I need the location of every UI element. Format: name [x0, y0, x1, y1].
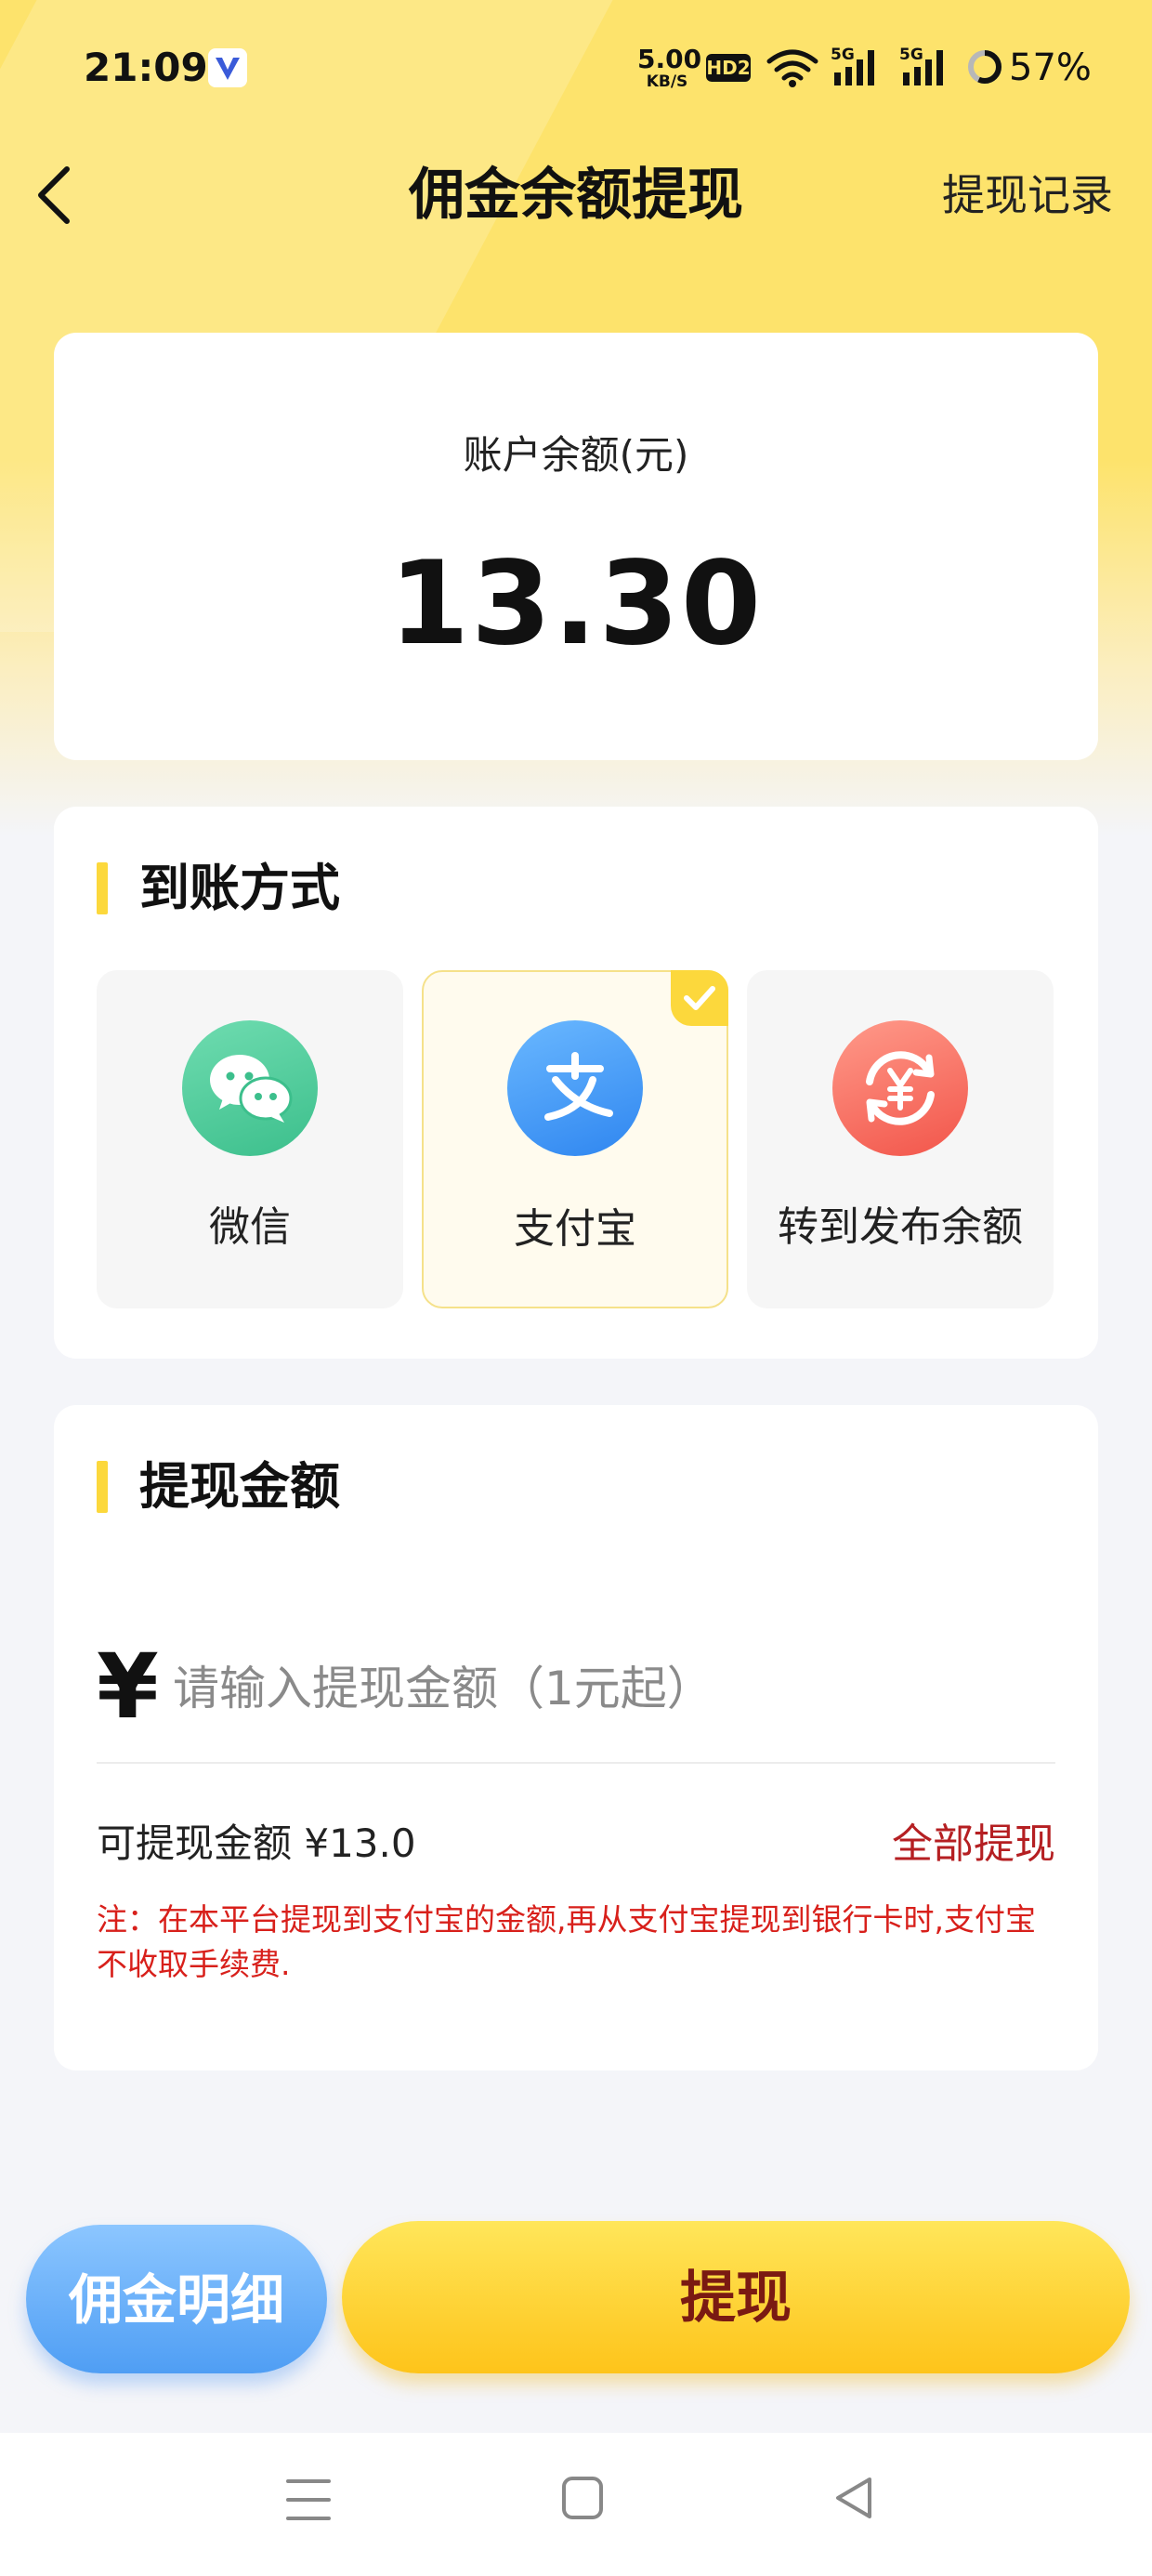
system-nav-bar [0, 2433, 1152, 2576]
payout-method-title: 到账方式 [97, 859, 340, 918]
status-time: 21:09 [84, 45, 208, 90]
home-icon[interactable] [561, 2474, 604, 2526]
vpn-app-icon [208, 48, 247, 87]
payout-method-title-text: 到账方式 [139, 859, 340, 917]
balance-card: 账户余额(元) 13.30 [54, 333, 1098, 760]
selected-check-badge [671, 970, 728, 1026]
hd-badge: HD2 [706, 54, 751, 82]
withdraw-amount-title-text: 提现金额 [139, 1457, 340, 1516]
withdraw-amount-input[interactable] [173, 1647, 1046, 1730]
payout-method-card: 到账方式 微信 支付宝 转到发布余额 [54, 807, 1098, 1359]
commission-details-button[interactable]: 佣金明细 [26, 2225, 327, 2373]
wechat-icon [182, 1020, 318, 1156]
method-option-alipay[interactable]: 支付宝 [422, 970, 728, 1308]
back-triangle-icon[interactable] [832, 2474, 875, 2526]
currency-symbol: ¥ [97, 1635, 159, 1739]
signal-5g-icon-2: 5G [899, 45, 957, 91]
method-label: 微信 [209, 1203, 291, 1251]
method-label: 转到发布余额 [778, 1203, 1023, 1251]
wifi-icon [766, 46, 819, 91]
withdraw-record-link[interactable]: 提现记录 [942, 158, 1113, 232]
balance-label: 账户余额(元) [463, 432, 689, 478]
available-amount: 可提现金额 ¥13.0 [97, 1820, 416, 1866]
withdraw-amount-title: 提现金额 [97, 1457, 340, 1517]
network-speed-unit: KB/S [646, 72, 688, 91]
method-label: 支付宝 [514, 1205, 636, 1253]
signal-2-label: 5G [899, 46, 923, 64]
network-speed-value: 5.00 [637, 44, 702, 74]
fee-note: 注：在本平台提现到支付宝的金额,再从支付宝提现到银行卡时,支付宝不收取手续费. [97, 1901, 1036, 1982]
network-speed: 5.00 KB/S [637, 44, 702, 91]
menu-icon[interactable] [286, 2476, 331, 2528]
withdraw-all-link[interactable]: 全部提现 [892, 1810, 1055, 1870]
alipay-icon [507, 1020, 643, 1156]
yuan-transfer-icon [832, 1020, 968, 1156]
method-option-wechat[interactable]: 微信 [97, 970, 403, 1308]
withdraw-amount-card: 提现金额 ¥ 可提现金额 ¥13.0 全部提现 注：在本平台提现到支付宝的金额,… [54, 1405, 1098, 2070]
battery-percent: 57% [1009, 46, 1092, 89]
method-option-publish-balance[interactable]: 转到发布余额 [747, 970, 1054, 1308]
balance-value: 13.30 [388, 537, 764, 671]
signal-5g-icon: 5G [831, 45, 888, 91]
signal-1-label: 5G [831, 46, 855, 64]
section-accent-bar [97, 1461, 108, 1513]
checkmark-icon [684, 986, 715, 1010]
battery-icon [966, 48, 1003, 89]
withdraw-button[interactable]: 提现 [342, 2221, 1130, 2373]
section-accent-bar [97, 862, 108, 914]
status-bar: 21:09 5.00 KB/S HD2 5G 5G 57% [0, 0, 1152, 139]
divider [97, 1762, 1055, 1764]
